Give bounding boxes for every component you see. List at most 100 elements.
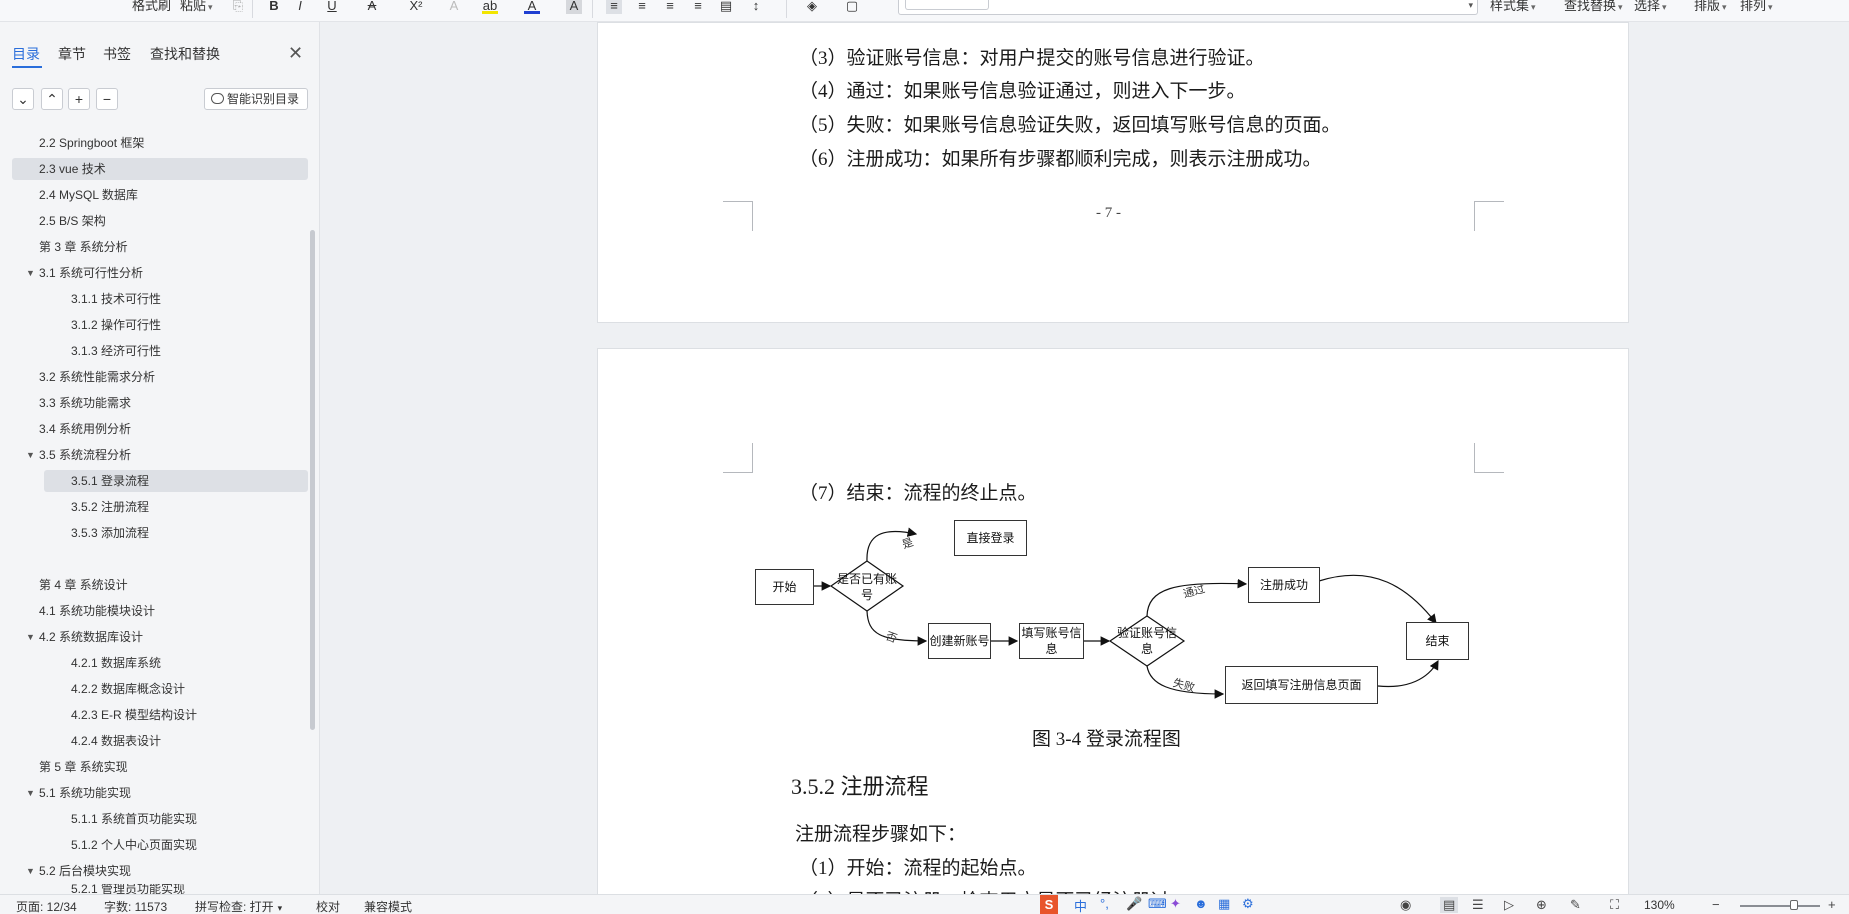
ime-mic-icon[interactable]: 🎤 — [1126, 896, 1142, 912]
style-gallery-expand-icon[interactable]: ▾ — [1468, 0, 1473, 11]
tab-chapters[interactable]: 章节 — [58, 44, 86, 64]
toc-item-current[interactable]: 3.5.1 登录流程 — [44, 470, 308, 492]
toc-item[interactable]: 4.2.4 数据表设计 — [71, 730, 161, 752]
zoom-slider[interactable] — [1740, 905, 1820, 907]
collapse-all-button[interactable]: ⌄ — [12, 88, 34, 110]
line-spacing-icon[interactable]: ↕ — [748, 0, 764, 14]
outline-view-icon[interactable]: ☰ — [1472, 897, 1484, 913]
toc-item[interactable]: 3.3 系统功能需求 — [39, 392, 131, 414]
document-page[interactable]: （3）验证账号信息：对用户提交的账号信息进行验证。 （4）通过：如果账号信息验证… — [597, 22, 1629, 323]
ime-emoji-icon[interactable]: ☻ — [1194, 896, 1208, 911]
toc-item[interactable]: 4.2.1 数据库系统 — [71, 652, 161, 674]
toc-item[interactable]: ▼ 3.5 系统流程分析 — [26, 444, 131, 466]
ime-language[interactable]: 中 — [1074, 896, 1087, 914]
document-page[interactable]: （7）结束：流程的终止点。 开始 是否已有账号 直接登录 是 否 创建新账号 填… — [597, 348, 1629, 908]
highlight-icon[interactable]: ab — [482, 0, 498, 14]
play-icon[interactable]: ▷ — [1504, 897, 1514, 913]
toc-item[interactable]: 5.2.1 管理员功能实现 — [71, 884, 185, 894]
toc-item[interactable]: ▼ 5.1 系统功能实现 — [26, 782, 131, 804]
toc-item[interactable]: ▼ 4.2 系统数据库设计 — [26, 626, 143, 648]
toc-item[interactable]: 5.1.1 系统首页功能实现 — [71, 808, 197, 830]
style-gallery[interactable]: ▾ — [898, 0, 1478, 15]
tab-bookmarks[interactable]: 书签 — [103, 44, 131, 64]
toc-item[interactable]: 3.1.1 技术可行性 — [71, 288, 161, 310]
toc-item[interactable]: 3.1.2 操作可行性 — [71, 314, 161, 336]
smart-toc-button[interactable]: 智能识别目录 — [204, 88, 308, 110]
toc-item[interactable]: 2.2 Springboot 框架 — [39, 132, 144, 154]
layout-button[interactable]: 排版 ▾ — [1694, 0, 1727, 14]
toc-item[interactable]: 3.5.3 添加流程 — [71, 522, 149, 544]
ime-skin-icon[interactable]: ✦ — [1170, 896, 1181, 912]
superscript-icon[interactable]: X² — [404, 0, 428, 14]
word-count[interactable]: 字数: 11573 — [104, 898, 167, 914]
tab-toc[interactable]: 目录 — [12, 44, 40, 64]
fit-page-icon[interactable]: ⛶ — [1610, 897, 1619, 913]
ime-settings-icon[interactable]: ⚙ — [1242, 896, 1254, 912]
expand-triangle-icon[interactable]: ▼ — [26, 782, 35, 804]
distribute-icon[interactable]: ▤ — [718, 0, 734, 14]
remove-heading-button[interactable]: − — [96, 88, 118, 110]
toc-item[interactable]: 5.1.2 个人中心页面实现 — [71, 834, 197, 856]
page-indicator[interactable]: 页面: 12/34 — [16, 898, 77, 914]
paste-button[interactable]: 粘贴 ▾ — [180, 0, 213, 14]
proofread-button[interactable]: 校对 — [316, 898, 340, 914]
toc-item[interactable]: 第 3 章 系统分析 — [39, 236, 128, 258]
toc-item[interactable]: ▼ 5.2 后台模块实现 — [26, 860, 131, 882]
zoom-in-icon[interactable]: + — [1828, 897, 1836, 912]
toc-item[interactable]: 3.5.2 注册流程 — [71, 496, 149, 518]
toc-item[interactable]: 第 4 章 系统设计 — [39, 574, 128, 596]
nav-scrollbar[interactable] — [310, 230, 315, 730]
style-preview[interactable] — [905, 0, 989, 10]
toc-item[interactable]: ▼ 3.1 系统可行性分析 — [26, 262, 143, 284]
text-effect-icon[interactable]: A — [446, 0, 462, 14]
expand-triangle-icon[interactable]: ▼ — [26, 860, 35, 882]
page-view-icon[interactable]: ▤ — [1440, 897, 1459, 913]
shading-icon[interactable]: ◈ — [804, 0, 820, 14]
tab-find-replace[interactable]: 查找和替换 — [150, 44, 220, 64]
ime-toolbox-icon[interactable]: ▦ — [1218, 896, 1230, 912]
copy-icon[interactable]: ⎘ — [230, 0, 246, 14]
find-replace-button[interactable]: 查找替换 ▾ — [1564, 0, 1623, 14]
toc-item[interactable]: 2.4 MySQL 数据库 — [39, 184, 138, 206]
pen-icon[interactable]: ✎ — [1570, 897, 1581, 913]
expand-triangle-icon[interactable]: ▼ — [26, 262, 35, 284]
toc-item[interactable]: 4.1 系统功能模块设计 — [39, 600, 155, 622]
bold-icon[interactable]: B — [266, 0, 282, 14]
toc-item[interactable]: 4.2.2 数据库概念设计 — [71, 678, 185, 700]
justify-icon[interactable]: ≡ — [690, 0, 706, 14]
zoom-level[interactable]: 130% — [1644, 898, 1675, 912]
web-view-icon[interactable]: ⊕ — [1536, 897, 1547, 913]
align-center-icon[interactable]: ≡ — [634, 0, 650, 14]
ime-punct-icon[interactable]: °, — [1100, 896, 1109, 911]
toc-item[interactable]: 4.2.3 E-R 模型结构设计 — [71, 704, 197, 726]
expand-all-button[interactable]: ⌃ — [41, 88, 63, 110]
ime-keyboard-icon[interactable]: ⌨ — [1148, 896, 1167, 912]
toc-item[interactable]: 第 5 章 系统实现 — [39, 756, 128, 778]
zoom-out-icon[interactable]: − — [1712, 897, 1720, 912]
toc-item[interactable]: 2.3 vue 技术 — [12, 158, 308, 180]
eye-protect-icon[interactable]: ◉ — [1400, 897, 1411, 913]
add-heading-button[interactable]: + — [68, 88, 90, 110]
format-painter-button[interactable]: 格式刷 — [132, 0, 171, 14]
style-set-button[interactable]: 样式集 ▾ — [1490, 0, 1536, 14]
expand-triangle-icon[interactable]: ▼ — [26, 444, 35, 466]
align-left-icon[interactable]: ≡ — [606, 0, 622, 14]
border-icon[interactable]: ▢ — [844, 0, 860, 14]
close-icon[interactable]: ✕ — [288, 44, 303, 62]
arrange-button[interactable]: 排列 ▾ — [1740, 0, 1773, 14]
underline-icon[interactable]: U — [324, 0, 340, 14]
toc-item[interactable]: 3.2 系统性能需求分析 — [39, 366, 155, 388]
align-right-icon[interactable]: ≡ — [662, 0, 678, 14]
zoom-slider-handle[interactable] — [1790, 900, 1798, 910]
font-color-icon[interactable]: A — [524, 0, 540, 14]
toc-item[interactable]: 2.5 B/S 架构 — [39, 210, 106, 232]
spellcheck-toggle[interactable]: 拼写检查: 打开 ▾ — [195, 898, 282, 914]
italic-icon[interactable]: I — [292, 0, 308, 14]
select-button[interactable]: 选择 ▾ — [1634, 0, 1667, 14]
char-shading-icon[interactable]: A — [566, 0, 582, 14]
toc-item[interactable]: 3.1.3 经济可行性 — [71, 340, 161, 362]
expand-triangle-icon[interactable]: ▼ — [26, 626, 35, 648]
ime-logo-icon[interactable]: S — [1040, 895, 1058, 914]
strikethrough-icon[interactable]: A — [364, 0, 380, 14]
toc-item[interactable]: 3.4 系统用例分析 — [39, 418, 131, 440]
